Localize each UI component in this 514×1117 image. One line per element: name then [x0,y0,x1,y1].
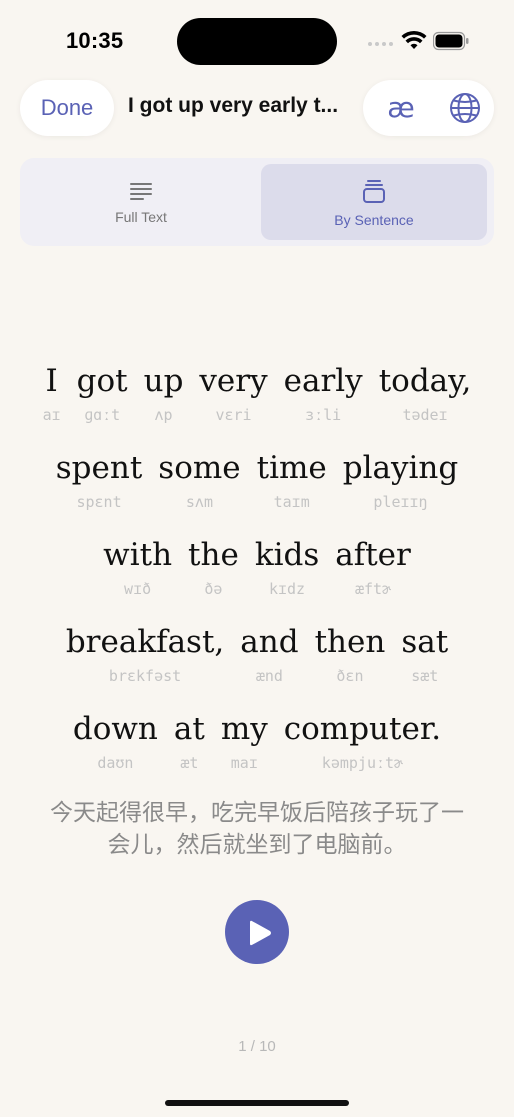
word-token[interactable]: then ðɛn [315,623,386,685]
word-text: the [188,537,239,573]
word-ipa: taɪm [273,493,310,511]
word-token[interactable]: after æftɚ [335,536,411,598]
header-actions: æ [363,80,494,136]
word-token[interactable]: at æt [174,710,205,772]
view-mode-segmented-control: Full Text By Sentence [20,158,494,246]
word-text: up [143,363,184,399]
word-token[interactable]: today, tədeɪ [379,362,472,424]
word-ipa: sæt [411,667,439,685]
word-token[interactable]: playing pleɪɪŋ [343,449,458,511]
word-text: with [103,537,173,573]
dynamic-island [177,18,337,65]
word-text: computer. [283,711,442,747]
word-token[interactable]: breakfast, brɛkfəst [66,623,224,685]
word-text: and [240,624,299,660]
sentence-translation: 今天起得很早，吃完早饭后陪孩子玩了一会儿，然后就坐到了电脑前。 [50,799,464,857]
word-token[interactable]: down daʊn [73,710,158,772]
word-token[interactable]: sat sæt [401,623,448,685]
word-text: at [173,711,205,747]
word-ipa: ʌp [154,406,173,424]
word-text: spent [55,450,143,486]
word-token[interactable]: early ɜːli [284,362,363,424]
word-ipa: kəmpjuːtɚ [321,754,404,772]
phonetic-toggle-button[interactable]: æ [381,86,421,130]
word-token[interactable]: with wɪð [103,536,172,598]
word-ipa: pleɪɪŋ [373,493,428,511]
done-button[interactable]: Done [20,80,114,136]
word-token[interactable]: and ænd [240,623,298,685]
word-text: got [76,363,128,399]
sentence-line: breakfast, brɛkfəst and ænd then ðɛn sat sæt [0,623,514,685]
word-text: down [72,711,158,747]
word-token[interactable]: Iaɪ [43,362,61,424]
word-ipa: sʌm [185,493,213,511]
word-text: some [158,450,241,486]
status-time: 10:35 [66,28,124,53]
word-text: breakfast, [65,624,225,660]
word-ipa: ɡɑːt [84,406,121,424]
word-ipa: ðɛn [336,667,364,685]
sentence-line: with wɪð the ðə kids kɪdz after æftɚ [0,536,514,598]
play-icon [250,920,271,946]
cellular-signal-icon [368,40,396,48]
word-token[interactable]: very vɛri [199,362,267,424]
word-ipa: æftɚ [354,580,392,598]
status-bar: 10:35 [0,0,514,80]
page-indicator: 1 / 10 [238,1038,276,1055]
word-ipa: tədeɪ [402,406,448,424]
word-token[interactable]: computer. kəmpjuːtɚ [284,710,441,772]
word-ipa: kɪdz [268,580,306,598]
word-text: playing [342,450,459,486]
sentence-line: down daʊn at æt my maɪ computer. kəmpjuːtɚ [0,710,514,772]
word-text: sat [401,624,449,660]
battery-icon [433,31,469,51]
tab-by-sentence[interactable]: By Sentence [261,164,487,240]
home-indicator [165,1100,349,1106]
word-text: I [45,363,58,399]
sentence-line: spent spɛnt some sʌm time taɪm playing pleɪɪ… [0,449,514,511]
word-text: then [314,624,386,660]
word-token[interactable]: up ʌp [144,362,184,424]
word-ipa: aɪ [42,406,61,424]
word-text: early [283,363,363,399]
word-text: today, [378,363,472,399]
word-text: very [199,363,268,399]
play-button[interactable] [225,900,289,964]
wifi-icon [401,30,427,49]
word-ipa: ænd [255,667,283,685]
word-token[interactable]: my maɪ [221,710,268,772]
word-token[interactable]: some sʌm [158,449,240,511]
word-ipa: ɜːli [305,406,342,424]
globe-icon[interactable] [447,90,483,126]
stacked-cards-icon [363,180,385,203]
word-text: my [220,711,268,747]
word-token[interactable]: got ɡɑːt [77,362,128,424]
word-ipa: æt [180,754,199,772]
word-token[interactable]: time taɪm [257,449,327,511]
word-text: time [256,450,327,486]
word-ipa: wɪð [124,580,152,598]
tab-full-text[interactable]: Full Text [28,164,254,240]
word-ipa: vɛri [215,406,252,424]
word-token[interactable]: kids kɪdz [255,536,319,598]
page-title: I got up very early t... [128,94,339,117]
text-lines-icon [130,183,152,200]
word-ipa: spɛnt [76,493,122,511]
tab-by-sentence-label: By Sentence [334,212,414,228]
word-token[interactable]: spent spɛnt [56,449,143,511]
word-ipa: maɪ [230,754,258,772]
word-token[interactable]: the ðə [188,536,239,598]
tab-full-text-label: Full Text [115,209,167,225]
word-text: after [335,537,411,573]
sentence-line: Iaɪ got ɡɑːt up ʌp very vɛri early ɜːli toda… [0,362,514,424]
word-text: kids [254,537,320,573]
word-ipa: brɛkfəst [108,667,182,685]
word-ipa: daʊn [97,754,134,772]
word-ipa: ðə [204,580,223,598]
